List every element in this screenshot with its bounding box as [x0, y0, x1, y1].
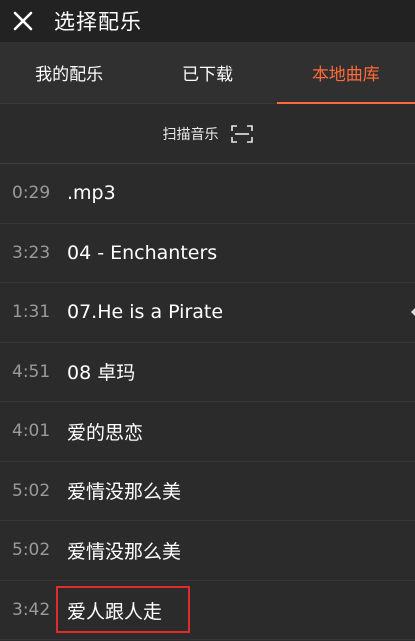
header-bar: 选择配乐 — [0, 0, 415, 42]
scan-label: 扫描音乐 — [162, 126, 219, 143]
song-row[interactable]: 5:02 爱情没那么美 — [0, 462, 415, 521]
song-title: 04 - Enchanters — [67, 241, 218, 264]
song-title: 爱情没那么美 — [67, 540, 182, 563]
tab-my-music[interactable]: 我的配乐 — [0, 42, 138, 103]
song-row[interactable]: 4:01 爱的思恋 — [0, 402, 415, 462]
song-title: .mp3 — [67, 182, 116, 205]
song-row[interactable]: 1:31 07.He is a Pirate — [0, 283, 415, 343]
scan-music-button[interactable]: 扫描音乐 — [0, 104, 415, 164]
music-picker-screen: 选择配乐 我的配乐 已下载 本地曲库 扫描音乐 0:29 .mp3 3:23 0… — [0, 0, 415, 641]
song-duration: 5:02 — [12, 480, 51, 501]
song-list: 0:29 .mp3 3:23 04 - Enchanters 1:31 07.H… — [0, 164, 415, 640]
close-icon[interactable] — [0, 0, 46, 42]
song-duration: 4:01 — [12, 421, 51, 442]
song-title: 08 卓玛 — [67, 362, 136, 385]
song-duration: 1:31 — [12, 302, 51, 323]
scan-frame-icon — [230, 124, 253, 143]
tab-downloaded[interactable]: 已下载 — [138, 42, 276, 103]
song-title: 07.He is a Pirate — [67, 301, 224, 324]
song-duration: 4:51 — [12, 361, 51, 382]
song-duration: 0:29 — [12, 183, 51, 204]
song-row[interactable]: 4:51 08 卓玛 — [0, 343, 415, 402]
song-duration: 3:23 — [12, 242, 51, 263]
song-row[interactable]: 0:29 .mp3 — [0, 164, 415, 224]
song-duration: 3:42 — [12, 599, 51, 620]
song-row[interactable]: 3:23 04 - Enchanters — [0, 224, 415, 283]
page-title: 选择配乐 — [54, 10, 142, 34]
song-row-highlighted[interactable]: 3:42 爱人跟人走 — [0, 581, 415, 640]
song-title: 爱的思恋 — [67, 421, 144, 444]
song-title: 爱人跟人走 — [56, 586, 190, 634]
tab-local-library[interactable]: 本地曲库 — [276, 42, 415, 104]
tab-bar: 我的配乐 已下载 本地曲库 — [0, 42, 415, 104]
song-duration: 5:02 — [12, 540, 51, 561]
song-row[interactable]: 5:02 爱情没那么美 — [0, 521, 415, 581]
scroll-indicator-icon — [411, 308, 415, 317]
song-title: 爱情没那么美 — [67, 481, 182, 504]
